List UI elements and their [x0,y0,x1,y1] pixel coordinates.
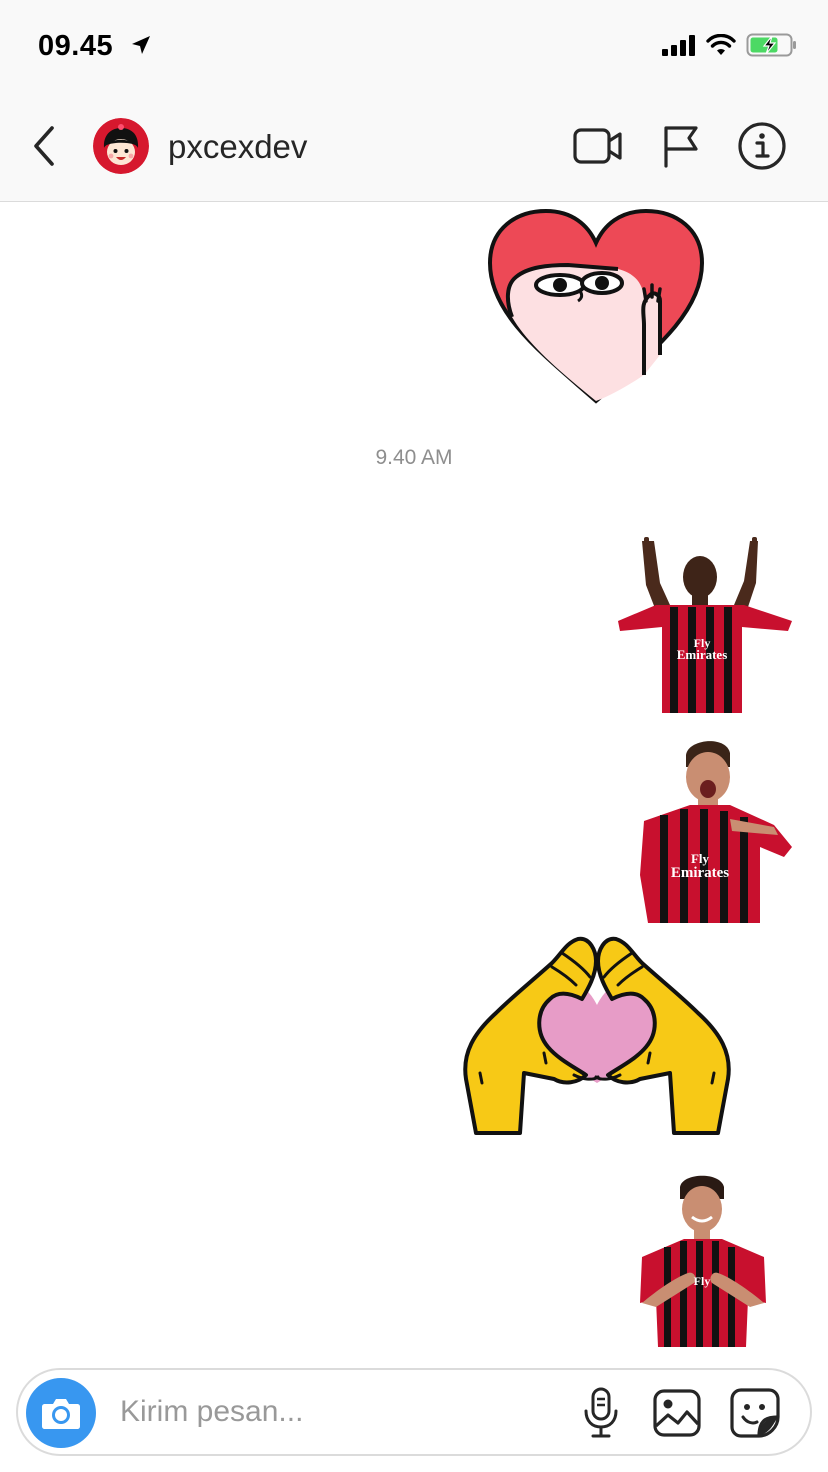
status-indicators [662,32,798,58]
footballer-heart-gesture-sticker[interactable]: Fly [636,1173,770,1347]
report-flag-button[interactable] [654,122,706,170]
sticker-button[interactable] [726,1384,784,1442]
battery-charging-icon [746,33,796,57]
microphone-icon [584,1387,618,1438]
status-bar: 09.45 [0,0,828,92]
video-call-icon [573,128,622,164]
info-icon [738,122,786,170]
sticker-icon [730,1388,780,1438]
svg-text:Fly: Fly [694,1274,711,1288]
avatar[interactable] [93,118,149,174]
footballer-cheering-sticker[interactable]: Fly Emirates [634,735,796,923]
heart-peek-sticker[interactable] [484,205,708,407]
svg-text:Emirates: Emirates [671,865,729,881]
back-chevron-icon[interactable] [26,122,62,170]
wifi-icon [706,34,736,55]
cellular-signal-icon [662,35,695,56]
camera-button[interactable] [26,1378,96,1448]
location-arrow-icon [132,36,150,54]
heart-hands-sticker[interactable] [462,933,732,1137]
camera-icon [42,1399,80,1429]
video-call-button[interactable] [572,122,624,170]
status-time: 09.45 [38,30,114,62]
footballer-pointing-up-sticker[interactable]: Fly Emirates [612,535,796,713]
svg-text:Fly: Fly [691,851,710,866]
gallery-button[interactable] [648,1384,706,1442]
message-timestamp: 9.40 AM [375,446,453,469]
voice-message-button[interactable] [572,1384,630,1442]
flag-icon [664,126,698,168]
message-composer [16,1368,812,1456]
svg-text:Emirates: Emirates [677,647,728,662]
message-input[interactable] [120,1386,560,1438]
message-thread[interactable]: 9.40 AM Fly Emirates Fly Emirates Fly [0,203,828,1363]
info-button[interactable] [736,122,788,170]
chat-header: pxcexdev [0,92,828,202]
gallery-icon [653,1389,701,1437]
chat-username[interactable]: pxcexdev [168,128,307,166]
